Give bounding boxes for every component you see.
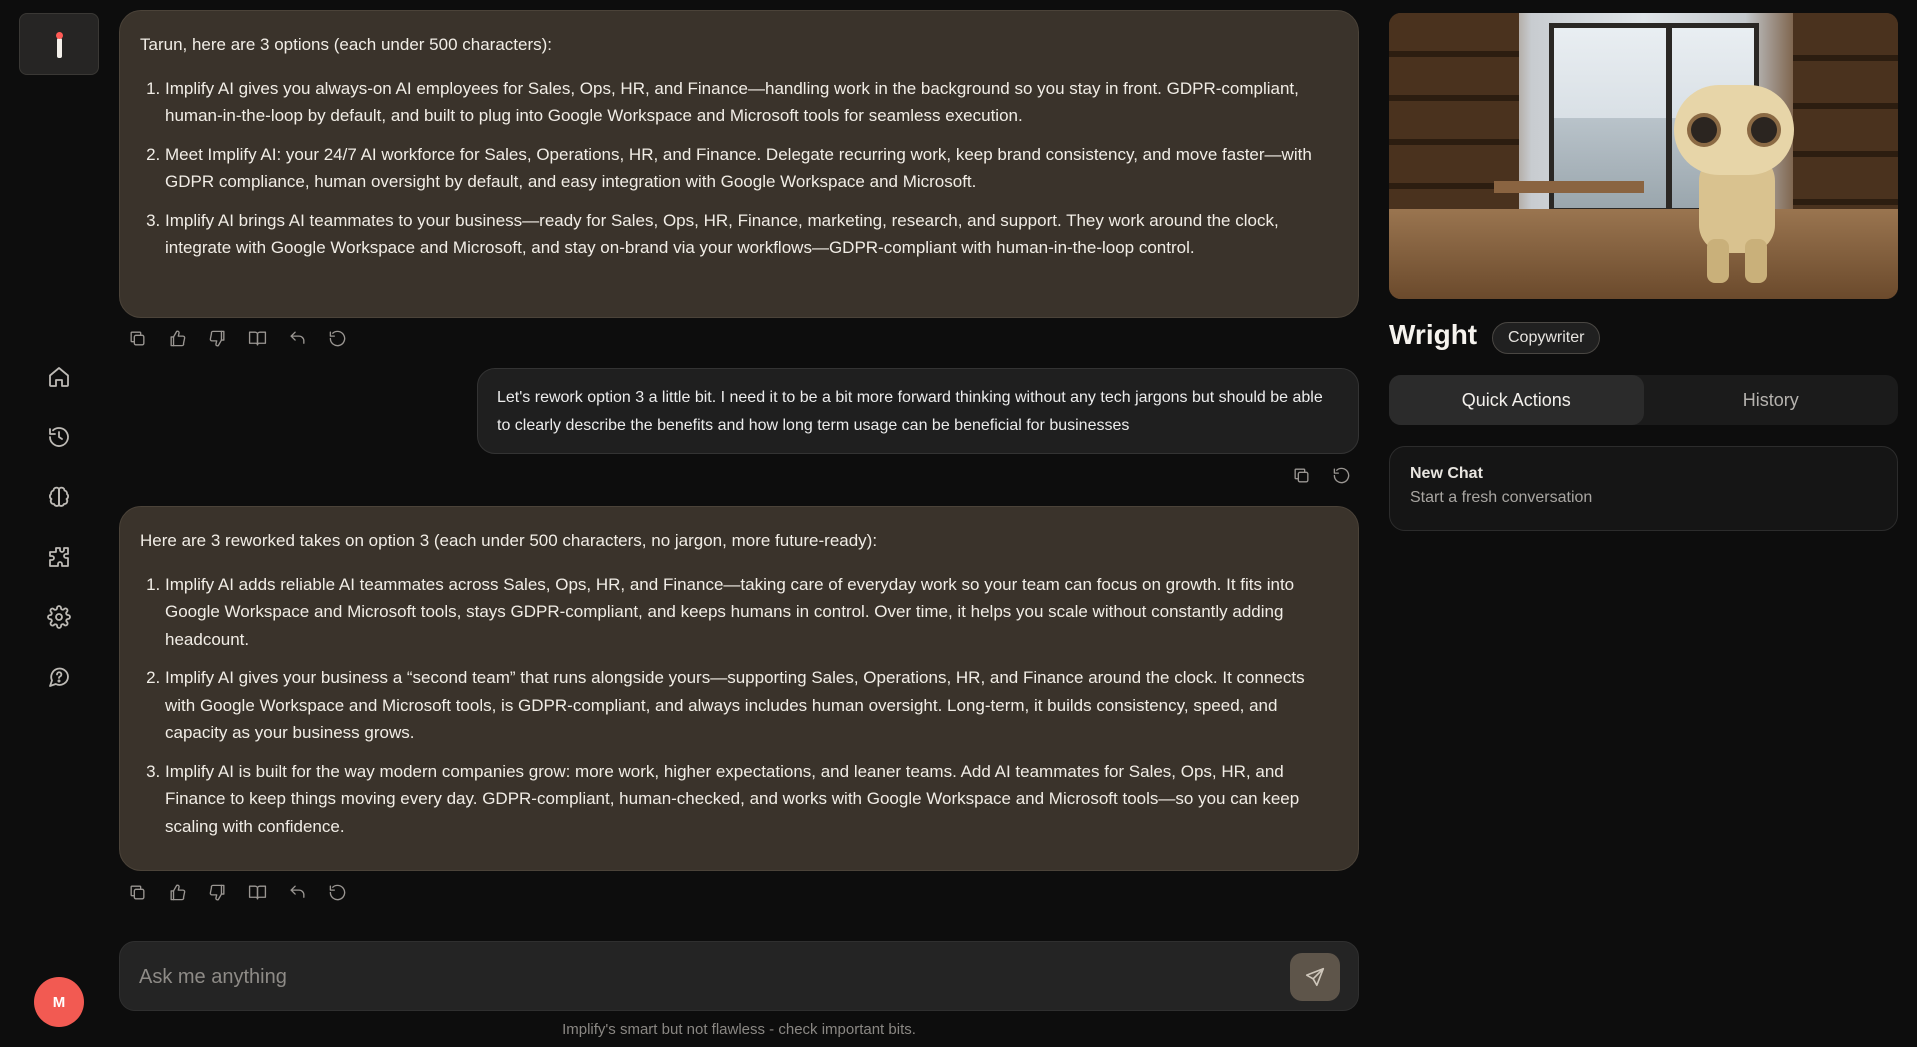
assistant-message: Here are 3 reworked takes on option 3 (e… bbox=[119, 506, 1359, 871]
list-item: Meet Implify AI: your 24/7 AI workforce … bbox=[165, 141, 1336, 196]
help-icon[interactable] bbox=[44, 662, 74, 692]
list-item: Implify AI adds reliable AI teammates ac… bbox=[165, 571, 1336, 654]
copy-icon[interactable] bbox=[117, 322, 157, 354]
list-item: Implify AI brings AI teammates to your b… bbox=[165, 207, 1336, 262]
app-logo[interactable] bbox=[19, 13, 99, 75]
send-icon bbox=[1305, 967, 1325, 987]
thumbs-up-icon[interactable] bbox=[157, 322, 197, 354]
gear-icon[interactable] bbox=[44, 602, 74, 632]
quick-action-title: New Chat bbox=[1410, 465, 1483, 482]
list-item: Implify AI gives your business a “second… bbox=[165, 664, 1336, 747]
regenerate-icon[interactable] bbox=[317, 322, 357, 354]
message-actions bbox=[117, 876, 357, 908]
list-item: Implify AI gives you always-on AI employ… bbox=[165, 75, 1336, 130]
chat-input[interactable] bbox=[139, 960, 1279, 994]
tab-history[interactable]: History bbox=[1644, 375, 1899, 425]
thumbs-up-icon[interactable] bbox=[157, 876, 197, 908]
agent-tabs: Quick Actions History bbox=[1389, 375, 1898, 425]
puzzle-icon[interactable] bbox=[44, 542, 74, 572]
book-open-icon[interactable] bbox=[237, 876, 277, 908]
thumbs-down-icon[interactable] bbox=[197, 876, 237, 908]
logo-dot bbox=[56, 32, 63, 39]
assistant-message: Tarun, here are 3 options (each under 50… bbox=[119, 10, 1359, 318]
list-item: Implify AI is built for the way modern c… bbox=[165, 758, 1336, 841]
reply-icon[interactable] bbox=[277, 876, 317, 908]
chat-composer bbox=[119, 941, 1359, 1011]
disclaimer-text: Implify's smart but not flawless - check… bbox=[562, 1021, 916, 1038]
quick-action-subtitle: Start a fresh conversation bbox=[1410, 489, 1593, 506]
quick-action-new-chat[interactable]: New Chat Start a fresh conversation bbox=[1389, 446, 1898, 531]
user-message: Let's rework option 3 a little bit. I ne… bbox=[477, 368, 1359, 454]
message-actions bbox=[117, 322, 357, 354]
options-list: Implify AI adds reliable AI teammates ac… bbox=[140, 571, 1336, 841]
home-icon[interactable] bbox=[44, 362, 74, 392]
options-list: Implify AI gives you always-on AI employ… bbox=[140, 75, 1336, 262]
regenerate-icon[interactable] bbox=[317, 876, 357, 908]
tab-quick-actions[interactable]: Quick Actions bbox=[1389, 375, 1644, 425]
copy-icon[interactable] bbox=[1281, 459, 1321, 491]
send-button[interactable] bbox=[1290, 953, 1340, 1001]
message-intro: Tarun, here are 3 options (each under 50… bbox=[140, 35, 553, 54]
history-icon[interactable] bbox=[44, 422, 74, 452]
copy-icon[interactable] bbox=[117, 876, 157, 908]
user-avatar[interactable]: M bbox=[34, 977, 84, 1027]
user-message-actions bbox=[1281, 459, 1361, 491]
message-intro: Here are 3 reworked takes on option 3 (e… bbox=[140, 531, 878, 550]
agent-name: Wright bbox=[1389, 319, 1478, 350]
retry-icon[interactable] bbox=[1321, 459, 1361, 491]
agent-role-badge: Copywriter bbox=[1492, 322, 1601, 354]
sidebar: M bbox=[0, 0, 118, 1047]
reply-icon[interactable] bbox=[277, 322, 317, 354]
thumbs-down-icon[interactable] bbox=[197, 322, 237, 354]
brain-icon[interactable] bbox=[44, 482, 74, 512]
logo-stem bbox=[56, 38, 62, 58]
agent-hero-image bbox=[1389, 13, 1898, 299]
book-open-icon[interactable] bbox=[237, 322, 277, 354]
